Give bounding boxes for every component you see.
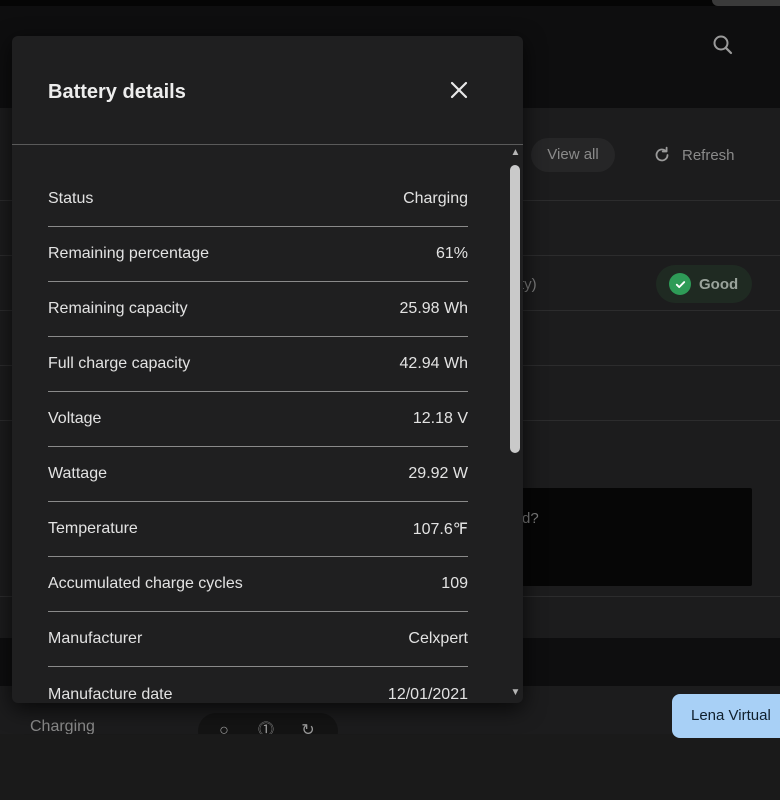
detail-value: Celxpert [408, 630, 468, 647]
detail-value: 29.92 W [408, 465, 468, 482]
refresh-label: Refresh [682, 146, 735, 164]
detail-label: Full charge capacity [48, 355, 191, 372]
detail-value: 42.94 Wh [399, 355, 468, 372]
detail-label: Remaining capacity [48, 300, 188, 317]
scrollbar[interactable]: ▲ ▼ [508, 145, 523, 703]
close-icon[interactable] [446, 77, 472, 103]
scrollbar-thumb[interactable] [510, 165, 520, 453]
health-badge: Good [656, 265, 752, 303]
info-card [521, 488, 752, 586]
detail-row: Remaining capacity 25.98 Wh [48, 282, 468, 337]
detail-value: 61% [435, 245, 468, 262]
refresh-icon [655, 146, 669, 162]
scroll-up-icon[interactable]: ▲ [510, 147, 521, 159]
detail-label: Wattage [48, 465, 107, 482]
detail-value: 107.6℉ [412, 521, 468, 538]
detail-value: 12.18 V [412, 410, 468, 427]
detail-label: Temperature [48, 520, 138, 537]
battery-details-dialog: Battery details Status Charging Remaining … [12, 36, 523, 703]
detail-label: Manufacturer [48, 630, 143, 647]
detail-row: Manufacturer Celxpert [48, 612, 468, 667]
detail-label: Manufacture date [48, 685, 173, 703]
scroll-down-icon[interactable]: ▼ [510, 687, 521, 699]
top-strip [0, 0, 780, 6]
search-icon[interactable] [710, 32, 736, 58]
detail-row: Status Charging [48, 145, 468, 227]
detail-value: 25.98 Wh [399, 300, 468, 317]
detail-label: Voltage [48, 410, 102, 427]
dialog-title: Battery details [48, 81, 186, 103]
bottom-bar [0, 734, 780, 800]
partial-text: d? [522, 510, 539, 527]
detail-row: Temperature 107.6℉ [48, 502, 468, 557]
check-circle-icon [669, 273, 691, 295]
detail-row: Wattage 29.92 W [48, 447, 468, 502]
refresh-button[interactable]: Refresh [652, 143, 735, 167]
detail-row: Full charge capacity 42.94 Wh [48, 337, 468, 392]
detail-row: Remaining percentage 61% [48, 227, 468, 282]
detail-value: 109 [441, 575, 468, 592]
detail-row: Voltage 12.18 V [48, 392, 468, 447]
detail-label: Accumulated charge cycles [48, 575, 243, 592]
detail-value: Charging [403, 190, 468, 207]
detail-row: Manufacture date 12/01/2021 [48, 667, 468, 703]
detail-value: 12/01/2021 [387, 685, 468, 703]
detail-label: Status [48, 190, 94, 207]
details-list[interactable]: Status Charging Remaining percentage 61% Rem… [12, 145, 508, 703]
assistant-chip[interactable]: Lena Virtual [672, 694, 780, 738]
view-all-button[interactable]: View all [531, 138, 615, 172]
detail-row: Accumulated charge cycles 109 [48, 557, 468, 612]
top-strip-tab [712, 0, 780, 6]
detail-label: Remaining percentage [48, 245, 209, 262]
health-badge-label: Good [699, 275, 739, 293]
